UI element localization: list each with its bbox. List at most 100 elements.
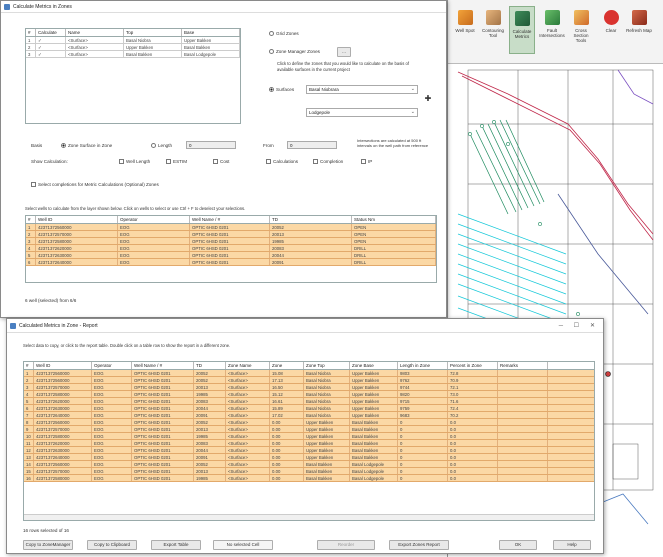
surfaces-option[interactable]: Surfaces bbox=[269, 87, 294, 92]
zone-row[interactable]: 2 ✓ <Surface> Upper Bakken Basal Bakken bbox=[26, 44, 240, 51]
col-header[interactable]: Well Name / # bbox=[132, 362, 194, 369]
help-button[interactable]: Help bbox=[553, 540, 591, 550]
checkbox[interactable] bbox=[266, 159, 271, 164]
checkbox[interactable] bbox=[213, 159, 218, 164]
report-row[interactable]: 8 42371372560000 EOG OPTIC 6HSD 0201 20052 <S… bbox=[24, 419, 594, 426]
copy-zonemanager-button[interactable]: Copy to ZoneManager bbox=[23, 540, 73, 550]
radio-selected[interactable] bbox=[61, 143, 66, 148]
export-zones-report-button[interactable]: Export Zones Report bbox=[389, 540, 449, 550]
col-header[interactable]: Well ID bbox=[34, 362, 92, 369]
reorder-button[interactable]: Reorder bbox=[317, 540, 375, 550]
col-header[interactable]: TD bbox=[270, 216, 352, 223]
ribbon-button-fault[interactable]: Fault Intersections bbox=[539, 6, 565, 54]
radio[interactable] bbox=[269, 31, 274, 36]
report-row[interactable]: 6 42371372630000 EOG OPTIC 6HSD 0201 20044 <S… bbox=[24, 405, 594, 412]
add-surface-icon[interactable]: ✚ bbox=[422, 95, 434, 105]
report-row[interactable]: 9 42371372570000 EOG OPTIC 6HSD 0201 20013 <S… bbox=[24, 426, 594, 433]
ribbon-button-clear[interactable]: Clear bbox=[598, 6, 624, 54]
radio-selected[interactable] bbox=[269, 87, 274, 92]
surface-top-select[interactable]: Basal Niobrara bbox=[306, 85, 418, 94]
maximize-icon[interactable]: ☐ bbox=[574, 319, 579, 333]
report-row[interactable]: 5 42371372620000 EOG OPTIC 6HSD 0201 20083 <S… bbox=[24, 398, 594, 405]
report-row[interactable]: 3 42371372570000 EOG OPTIC 6HSD 0201 20013 <S… bbox=[24, 384, 594, 391]
well-row[interactable]: 6 42371372640000 EOG OPTIC 6HSD 0201 20091 DR… bbox=[26, 259, 436, 266]
well-row[interactable]: 1 42371372560000 EOG OPTIC 6HSD 0201 20052 OP… bbox=[26, 224, 436, 231]
calc-option-estim[interactable]: ESTIM bbox=[166, 159, 187, 164]
report-row[interactable]: 11 42371372620000 EOG OPTIC 6HSD 0201 20083 <… bbox=[24, 440, 594, 447]
col-header[interactable]: Calculate bbox=[36, 29, 66, 36]
report-row[interactable]: 2 42371372560000 EOG OPTIC 6HSD 0201 20052 <S… bbox=[24, 377, 594, 384]
report-row[interactable]: 14 42371372560000 EOG OPTIC 6HSD 0201 20052 <… bbox=[24, 461, 594, 468]
grid-zones-option[interactable]: Grid Zones bbox=[269, 31, 299, 36]
horizontal-scrollbar[interactable] bbox=[24, 514, 594, 520]
calc-option-completion[interactable]: Completion bbox=[313, 159, 343, 164]
calc-option-ip[interactable]: IP bbox=[361, 159, 372, 164]
from-input[interactable]: 0 bbox=[287, 141, 337, 149]
calc-option-cost[interactable]: Cost bbox=[213, 159, 229, 164]
close-icon[interactable]: ✕ bbox=[590, 319, 595, 333]
checkbox[interactable] bbox=[361, 159, 366, 164]
zone-table[interactable]: # Calculate Name Top Base 1 ✓ <Surface> Bas… bbox=[25, 28, 241, 124]
report-table[interactable]: # Well ID Operator Well Name / # TD Zone Name… bbox=[23, 361, 595, 521]
col-header[interactable]: Well ID bbox=[36, 216, 118, 223]
col-header[interactable]: Well Name / # bbox=[190, 216, 270, 223]
selected-cell-field[interactable]: No selected Cell bbox=[213, 540, 273, 550]
col-header[interactable]: Operator bbox=[92, 362, 132, 369]
checkbox[interactable] bbox=[119, 159, 124, 164]
report-row[interactable]: 12 42371372630000 EOG OPTIC 6HSD 0201 20044 <… bbox=[24, 447, 594, 454]
report-row[interactable]: 4 42371372580000 EOG OPTIC 6HSD 0201 19985 <S… bbox=[24, 391, 594, 398]
ribbon-button-cross-section[interactable]: Cross Section Tools bbox=[568, 6, 594, 54]
ribbon-button-well-spot[interactable]: Well Spot bbox=[452, 6, 478, 54]
calc-option-calculations[interactable]: Calculations bbox=[266, 159, 298, 164]
ribbon-button-calculate-metrics[interactable]: Calculate Metrics bbox=[509, 6, 535, 54]
well-table[interactable]: # Well ID Operator Well Name / # TD Stat… bbox=[25, 215, 437, 283]
on-surface-option[interactable]: Zone Surface in Zone bbox=[61, 143, 112, 148]
table-cell: 3 bbox=[24, 384, 34, 390]
report-row[interactable]: 13 42371372640000 EOG OPTIC 6HSD 0201 20091 <… bbox=[24, 454, 594, 461]
minimize-icon[interactable]: ─ bbox=[559, 319, 563, 333]
col-header[interactable]: TD bbox=[194, 362, 226, 369]
length-option[interactable]: Length bbox=[151, 143, 172, 148]
col-header[interactable]: Zone Base bbox=[350, 362, 398, 369]
copy-clipboard-button[interactable]: Copy to Clipboard bbox=[87, 540, 137, 550]
length-input[interactable]: 0 bbox=[186, 141, 236, 149]
export-table-button[interactable]: Export Table bbox=[151, 540, 201, 550]
radio[interactable] bbox=[269, 49, 274, 54]
zone-row[interactable]: 1 ✓ <Surface> Basal Niobra Upper Bakken bbox=[26, 37, 240, 44]
col-header[interactable]: Operator bbox=[118, 216, 190, 223]
well-row[interactable]: 4 42371372620000 EOG OPTIC 6HSD 0201 20083 DR… bbox=[26, 245, 436, 252]
col-header[interactable]: Base bbox=[182, 29, 240, 36]
col-header[interactable]: # bbox=[24, 362, 34, 369]
well-row[interactable]: 3 42371372580000 EOG OPTIC 6HSD 0201 19985 OP… bbox=[26, 238, 436, 245]
col-header[interactable]: Zone Top bbox=[304, 362, 350, 369]
report-row[interactable]: 1 42371372560000 EOG OPTIC 6HSD 0201 20052 <S… bbox=[24, 370, 594, 377]
col-header[interactable]: Zone bbox=[270, 362, 304, 369]
col-header[interactable]: Top bbox=[124, 29, 182, 36]
report-row[interactable]: 10 42371372580000 EOG OPTIC 6HSD 0201 19985 <… bbox=[24, 433, 594, 440]
col-header[interactable]: Percent in Zone bbox=[448, 362, 498, 369]
ribbon-button-refresh[interactable]: Refresh Map bbox=[626, 6, 652, 54]
zone-row[interactable]: 3 ✓ <Surface> Basal Bakken Basal Lodgepole bbox=[26, 51, 240, 58]
report-row[interactable]: 15 42371372570000 EOG OPTIC 6HSD 0201 20013 <… bbox=[24, 468, 594, 475]
well-row[interactable]: 2 42371372570000 EOG OPTIC 6HSD 0201 20013 OP… bbox=[26, 231, 436, 238]
checkbox[interactable] bbox=[31, 182, 36, 187]
col-header[interactable]: Zone Name bbox=[226, 362, 270, 369]
report-row[interactable]: 16 42371372580000 EOG OPTIC 6HSD 0201 19985 <… bbox=[24, 475, 594, 482]
checkbox[interactable] bbox=[166, 159, 171, 164]
col-header[interactable]: Length in Zone bbox=[398, 362, 448, 369]
ribbon-button-contouring[interactable]: Contouring Tool bbox=[480, 6, 506, 54]
ok-button[interactable]: OK bbox=[499, 540, 537, 550]
zone-manager-option[interactable]: Zone Manager Zones bbox=[269, 49, 320, 54]
radio[interactable] bbox=[151, 143, 156, 148]
col-header[interactable]: Status Nm bbox=[352, 216, 436, 223]
col-header[interactable]: Name bbox=[66, 29, 124, 36]
zone-manager-button[interactable]: … bbox=[337, 47, 351, 57]
checkbox[interactable] bbox=[313, 159, 318, 164]
stage-check[interactable]: Select completions for Metric Calculatio… bbox=[31, 182, 159, 187]
surface-base-select[interactable]: Lodgepole bbox=[306, 108, 418, 117]
report-row[interactable]: 7 42371372640000 EOG OPTIC 6HSD 0201 20091 <S… bbox=[24, 412, 594, 419]
table-cell: 70.9 bbox=[448, 377, 498, 383]
calc-option-well-length[interactable]: Well Length bbox=[119, 159, 150, 164]
col-header[interactable]: Remarks bbox=[498, 362, 548, 369]
well-row[interactable]: 5 42371372630000 EOG OPTIC 6HSD 0201 20044 DR… bbox=[26, 252, 436, 259]
